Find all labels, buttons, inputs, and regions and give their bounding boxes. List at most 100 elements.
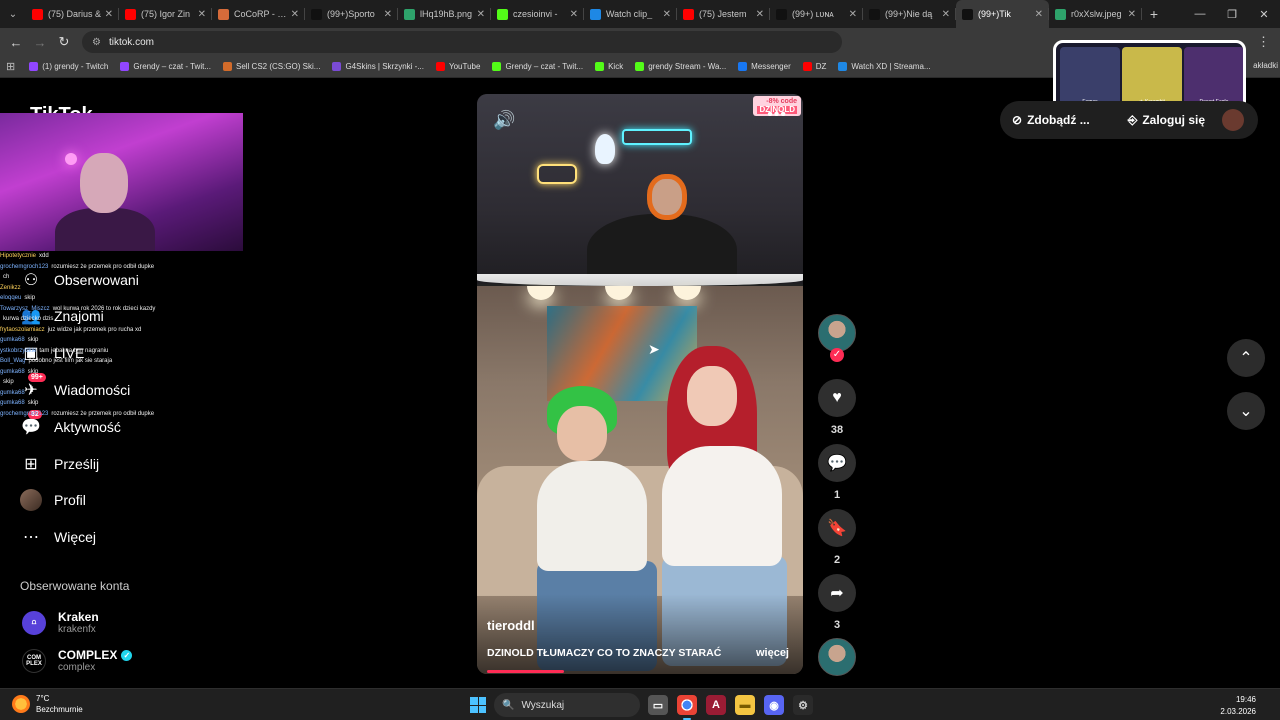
tab-close-icon[interactable]: ✕	[291, 9, 299, 20]
bookmark-item[interactable]: grendy Stream - Wa...	[635, 62, 726, 71]
like-count: 38	[830, 424, 844, 436]
save-button[interactable]: 🔖	[818, 509, 856, 547]
browser-tab[interactable]: (99+)Nie dą ✕	[863, 0, 956, 28]
like-button[interactable]: ♥	[818, 379, 856, 417]
caption-more-link[interactable]: więcej	[756, 647, 789, 659]
video-author[interactable]: tieroddl	[487, 618, 535, 633]
nav-more[interactable]: ⋯ Więcej	[20, 526, 96, 548]
browser-tab[interactable]: (75) Igor Zin ✕	[119, 0, 212, 28]
browser-tab[interactable]: (99+) ʟᴜɴᴀ ✕	[770, 0, 863, 28]
browser-tab[interactable]: czesioinvi - ✕	[491, 0, 584, 28]
taskbar-search[interactable]: 🔍 Wyszukaj	[494, 693, 640, 717]
creator-avatar[interactable]	[818, 314, 856, 352]
browser-tab[interactable]: lHq19hB.png ✕	[398, 0, 491, 28]
tab-close-icon[interactable]: ✕	[570, 9, 578, 20]
music-disc-avatar[interactable]	[818, 638, 856, 676]
chrome-icon[interactable]	[677, 695, 697, 720]
bookmark-label: grendy Stream - Wa...	[648, 62, 727, 71]
account-complex[interactable]: COM PLEX COMPLEX ✓ complex	[22, 648, 133, 673]
weather-widget[interactable]: 7°C Bezchmurnie	[12, 693, 83, 715]
snow-divider	[477, 274, 803, 286]
tab-close-icon[interactable]: ✕	[942, 9, 950, 20]
browser-tab[interactable]: (99+)Sporto ✕	[305, 0, 398, 28]
tab-search-icon[interactable]: ⌄	[0, 0, 26, 28]
tab-close-icon[interactable]: ✕	[756, 9, 764, 20]
bookmark-label: Sell CS2 (CS:GO) Ski...	[235, 62, 321, 71]
all-bookmarks-link[interactable]: akładki	[1253, 61, 1278, 70]
search-placeholder: Wyszukaj	[521, 699, 565, 711]
chat-username: grochemgroch123	[0, 410, 49, 417]
url-field[interactable]: ⚙ tiktok.com	[82, 31, 842, 53]
ceiling-lamp	[673, 286, 701, 300]
tab-title: (75) Darius &	[48, 9, 102, 19]
volume-icon[interactable]: 🔊	[493, 110, 515, 131]
bookmark-item[interactable]: Sell CS2 (CS:GO) Ski...	[222, 62, 321, 71]
file-explorer-icon[interactable]: ▬	[735, 695, 755, 715]
settings-icon[interactable]: ⚙	[793, 695, 813, 715]
tab-close-icon[interactable]: ✕	[1035, 9, 1043, 20]
ceiling-lamp	[605, 286, 633, 300]
nav-activity[interactable]: 💬 32 Aktywność	[20, 410, 121, 438]
get-coins-button[interactable]: Zdobądź ...	[1027, 113, 1090, 127]
browser-tab[interactable]: CoCoRP - Po ✕	[212, 0, 305, 28]
bookmark-item[interactable]: Kick	[595, 62, 623, 71]
maximize-icon[interactable]: ❐	[1216, 8, 1248, 21]
browser-tab[interactable]: r0xXslw.jpeg ✕	[1049, 0, 1142, 28]
browser-tab[interactable]: (75) Jestem ✕	[677, 0, 770, 28]
bookmark-item[interactable]: (1) grendy - Twitch	[29, 62, 108, 71]
system-clock[interactable]: 19:46 2.03.2026	[1220, 694, 1256, 718]
browser-tab[interactable]: (75) Darius & ✕	[26, 0, 119, 28]
nav-profile[interactable]: Profil	[20, 489, 86, 511]
discord-icon[interactable]: ◉	[764, 695, 784, 715]
bookmark-item[interactable]: Watch XD | Streama...	[838, 62, 931, 71]
bookmark-item[interactable]: Messenger	[738, 62, 791, 71]
chat-text: podobno jest film jak sie staraja	[28, 358, 113, 364]
chat-message: skip	[0, 377, 185, 388]
bookmark-item[interactable]: DZ	[802, 62, 826, 71]
user-avatar[interactable]	[1222, 109, 1244, 131]
site-info-icon[interactable]: ⚙	[92, 37, 101, 48]
tab-close-icon[interactable]: ✕	[198, 9, 206, 20]
account-kraken[interactable]: ⩍ Kraken krakenfx	[22, 610, 99, 635]
reload-icon[interactable]: ↻	[52, 34, 76, 50]
new-tab-button[interactable]: +	[1142, 6, 1166, 22]
comment-icon: 💬	[827, 455, 847, 472]
bookmark-item[interactable]: YouTube	[436, 62, 480, 71]
bookmark-favicon	[436, 62, 445, 71]
share-button[interactable]: ➦	[818, 574, 856, 612]
task-view-icon[interactable]: ▭	[648, 695, 668, 715]
video-progress-bar[interactable]	[487, 670, 564, 673]
apps-grid-icon[interactable]: ⊞	[6, 60, 15, 73]
chat-message: frytaoszolamiacz juz widze jak przemek pr…	[0, 325, 185, 336]
chat-username: gumka68	[0, 368, 25, 375]
follow-icon[interactable]: ✓	[830, 348, 844, 362]
next-video-button[interactable]: ⌄	[1227, 392, 1265, 430]
bookmark-item[interactable]: Grendy – czat - Twit...	[492, 62, 583, 71]
start-button[interactable]	[470, 697, 486, 713]
browser-menu-icon[interactable]: ⋮	[1257, 34, 1270, 50]
bookmark-item[interactable]: G4Skins | Skrzynki -...	[332, 62, 424, 71]
tab-close-icon[interactable]: ✕	[849, 9, 857, 20]
video-player[interactable]: -8% code DZINOLD 🔊 ••• ➤ tieroddl DZINOL…	[477, 94, 803, 674]
browser-tab[interactable]: Watch clip_ ✕	[584, 0, 677, 28]
tab-close-icon[interactable]: ✕	[105, 9, 113, 20]
forward-icon[interactable]: →	[28, 35, 52, 50]
tab-close-icon[interactable]: ✕	[477, 9, 485, 20]
app-red-a-icon[interactable]: A	[706, 695, 726, 715]
tab-close-icon[interactable]: ✕	[663, 9, 671, 20]
back-icon[interactable]: ←	[4, 35, 28, 50]
chat-message: Zenikzz	[0, 283, 185, 294]
chat-message: gumka68	[0, 388, 185, 399]
nav-upload[interactable]: ⊞ Prześlij	[20, 453, 99, 475]
bookmark-item[interactable]: Grendy – czat - Twit...	[120, 62, 211, 71]
close-window-icon[interactable]: ✕	[1248, 8, 1280, 21]
tab-close-icon[interactable]: ✕	[1128, 9, 1136, 20]
tab-close-icon[interactable]: ✕	[384, 9, 392, 20]
comment-button[interactable]: 💬	[818, 444, 856, 482]
video-options-icon[interactable]: •••	[767, 106, 787, 124]
minimize-icon[interactable]: —	[1184, 8, 1216, 20]
login-button[interactable]: ⎆ Zaloguj się	[1128, 113, 1205, 128]
browser-tab[interactable]: (99+)Tik ✕	[956, 0, 1049, 28]
previous-video-button[interactable]: ⌃	[1227, 339, 1265, 377]
tab-title: (99+) ʟᴜɴᴀ	[792, 9, 834, 19]
